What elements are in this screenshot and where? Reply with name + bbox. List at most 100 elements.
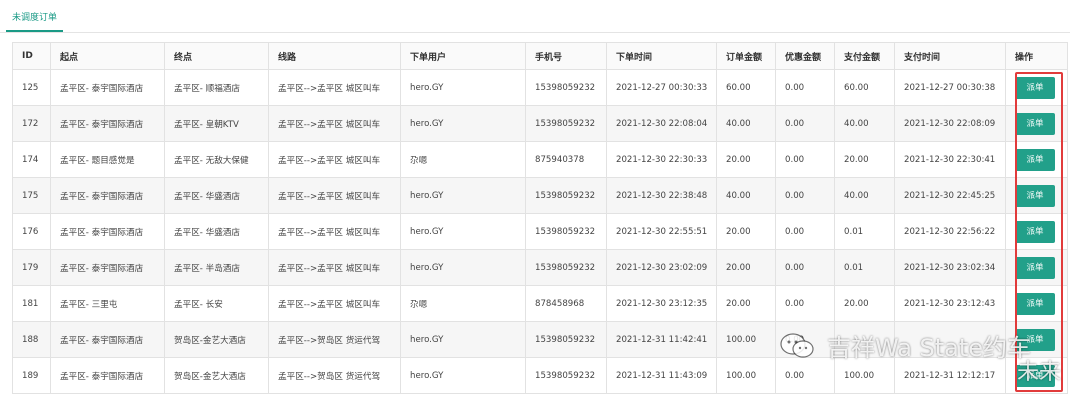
- cell-start: 孟平区- 泰宇国际酒店: [50, 357, 165, 394]
- cell-amount: 20.00: [716, 285, 776, 322]
- cell-discount: 0.00: [775, 141, 835, 178]
- cell-end: 孟平区- 半岛酒店: [164, 249, 269, 286]
- table-row: 174 孟平区- 题目感觉是 孟平区- 无敌大保健 孟平区-->孟平区 城区叫车…: [12, 141, 1068, 178]
- cell-phone: 15398059232: [525, 321, 607, 358]
- dispatch-button[interactable]: 派单: [1015, 364, 1055, 387]
- cell-order-time: 2021-12-30 22:30:33: [606, 141, 717, 178]
- cell-end: 贺岛区-金艺大酒店: [164, 357, 269, 394]
- cell-amount: 100.00: [716, 357, 776, 394]
- cell-id: 174: [12, 141, 51, 178]
- cell-phone: 15398059232: [525, 357, 607, 394]
- dispatch-button[interactable]: 派单: [1015, 220, 1055, 243]
- dispatch-button[interactable]: 派单: [1015, 76, 1055, 99]
- col-header-phone: 手机号: [525, 42, 607, 70]
- table-row: 189 孟平区- 泰宇国际酒店 贺岛区-金艺大酒店 孟平区-->贺岛区 货运代驾…: [12, 357, 1068, 394]
- cell-phone: 15398059232: [525, 213, 607, 250]
- cell-discount: 0.00: [775, 105, 835, 142]
- dispatch-button[interactable]: 派单: [1015, 256, 1055, 279]
- cell-discount: 0.00: [775, 69, 835, 106]
- col-header-paid: 支付金额: [834, 42, 895, 70]
- cell-paid: 40.00: [834, 177, 895, 214]
- cell-route: 孟平区-->孟平区 城区叫车: [268, 141, 401, 178]
- dispatch-button[interactable]: 派单: [1015, 148, 1055, 171]
- cell-pay-time: 2021-12-31 12:12:17: [894, 357, 1006, 394]
- cell-route: 孟平区-->孟平区 城区叫车: [268, 285, 401, 322]
- cell-user: hero.GY: [400, 321, 526, 358]
- cell-pay-time: 2021-12-27 00:30:38: [894, 69, 1006, 106]
- cell-action: 派单: [1005, 177, 1068, 214]
- cell-discount: 0.00: [775, 213, 835, 250]
- cell-end: 贺岛区-金艺大酒店: [164, 321, 269, 358]
- table-row: 188 孟平区- 泰宇国际酒店 贺岛区-金艺大酒店 孟平区-->贺岛区 货运代驾…: [12, 321, 1068, 358]
- cell-start: 孟平区- 泰宇国际酒店: [50, 321, 165, 358]
- col-header-start: 起点: [50, 42, 165, 70]
- dispatch-button[interactable]: 派单: [1015, 112, 1055, 135]
- cell-amount: 20.00: [716, 249, 776, 286]
- cell-action: 派单: [1005, 105, 1068, 142]
- cell-user: hero.GY: [400, 357, 526, 394]
- cell-action: 派单: [1005, 69, 1068, 106]
- cell-end: 孟平区- 华盛酒店: [164, 213, 269, 250]
- cell-id: 172: [12, 105, 51, 142]
- cell-discount: 0.00: [775, 321, 835, 358]
- cell-paid: 20.00: [834, 285, 895, 322]
- cell-id: 181: [12, 285, 51, 322]
- tab-bar: 未调度订单: [0, 0, 1070, 33]
- cell-end: 孟平区- 华盛酒店: [164, 177, 269, 214]
- dispatch-button[interactable]: 派单: [1015, 328, 1055, 351]
- col-header-route: 线路: [268, 42, 401, 70]
- table-row: 181 孟平区- 三里屯 孟平区- 长安 孟平区-->孟平区 城区叫车 尕嗯 8…: [12, 285, 1068, 322]
- cell-id: 176: [12, 213, 51, 250]
- cell-action: 派单: [1005, 357, 1068, 394]
- cell-phone: 875940378: [525, 141, 607, 178]
- cell-route: 孟平区-->孟平区 城区叫车: [268, 213, 401, 250]
- cell-discount: 0.00: [775, 357, 835, 394]
- cell-order-time: 2021-12-31 11:42:41: [606, 321, 717, 358]
- cell-amount: 40.00: [716, 105, 776, 142]
- cell-order-time: 2021-12-30 22:55:51: [606, 213, 717, 250]
- col-header-pay-time: 支付时间: [894, 42, 1006, 70]
- cell-start: 孟平区- 题目感觉是: [50, 141, 165, 178]
- table-header-row: ID 起点 终点 线路 下单用户 手机号 下单时间 订单金额 优惠金额 支付金额…: [12, 42, 1068, 70]
- col-header-end: 终点: [164, 42, 269, 70]
- cell-id: 125: [12, 69, 51, 106]
- cell-order-time: 2021-12-31 11:43:09: [606, 357, 717, 394]
- table-row: 175 孟平区- 泰宇国际酒店 孟平区- 华盛酒店 孟平区-->孟平区 城区叫车…: [12, 177, 1068, 214]
- cell-user: hero.GY: [400, 69, 526, 106]
- cell-order-time: 2021-12-30 23:02:09: [606, 249, 717, 286]
- cell-order-time: 2021-12-30 22:38:48: [606, 177, 717, 214]
- cell-user: hero.GY: [400, 105, 526, 142]
- cell-pay-time: 2021-12-30 22:56:22: [894, 213, 1006, 250]
- cell-phone: 15398059232: [525, 105, 607, 142]
- cell-order-time: 2021-12-30 23:12:35: [606, 285, 717, 322]
- cell-route: 孟平区-->孟平区 城区叫车: [268, 105, 401, 142]
- cell-route: 孟平区-->孟平区 城区叫车: [268, 177, 401, 214]
- col-header-action: 操作: [1005, 42, 1068, 70]
- col-header-order-time: 下单时间: [606, 42, 717, 70]
- cell-amount: 20.00: [716, 141, 776, 178]
- cell-paid: 0.01: [834, 249, 895, 286]
- cell-route: 孟平区-->孟平区 城区叫车: [268, 249, 401, 286]
- col-header-id: ID: [12, 42, 51, 70]
- cell-paid: 100.00: [834, 357, 895, 394]
- dispatch-button[interactable]: 派单: [1015, 292, 1055, 315]
- cell-start: 孟平区- 泰宇国际酒店: [50, 213, 165, 250]
- cell-phone: 15398059232: [525, 177, 607, 214]
- cell-route: 孟平区-->孟平区 城区叫车: [268, 69, 401, 106]
- cell-phone: 15398059232: [525, 69, 607, 106]
- cell-action: 派单: [1005, 249, 1068, 286]
- tab-unscheduled-orders[interactable]: 未调度订单: [6, 7, 64, 32]
- cell-action: 派单: [1005, 321, 1068, 358]
- cell-action: 派单: [1005, 141, 1068, 178]
- cell-user: hero.GY: [400, 249, 526, 286]
- cell-discount: 0.00: [775, 249, 835, 286]
- cell-amount: 40.00: [716, 177, 776, 214]
- cell-route: 孟平区-->贺岛区 货运代驾: [268, 357, 401, 394]
- table-row: 176 孟平区- 泰宇国际酒店 孟平区- 华盛酒店 孟平区-->孟平区 城区叫车…: [12, 213, 1068, 250]
- table-row: 179 孟平区- 泰宇国际酒店 孟平区- 半岛酒店 孟平区-->孟平区 城区叫车…: [12, 249, 1068, 286]
- cell-pay-time: 2021-12-30 22:45:25: [894, 177, 1006, 214]
- dispatch-button[interactable]: 派单: [1015, 184, 1055, 207]
- col-header-user: 下单用户: [400, 42, 526, 70]
- cell-start: 孟平区- 泰宇国际酒店: [50, 249, 165, 286]
- cell-start: 孟平区- 泰宇国际酒店: [50, 69, 165, 106]
